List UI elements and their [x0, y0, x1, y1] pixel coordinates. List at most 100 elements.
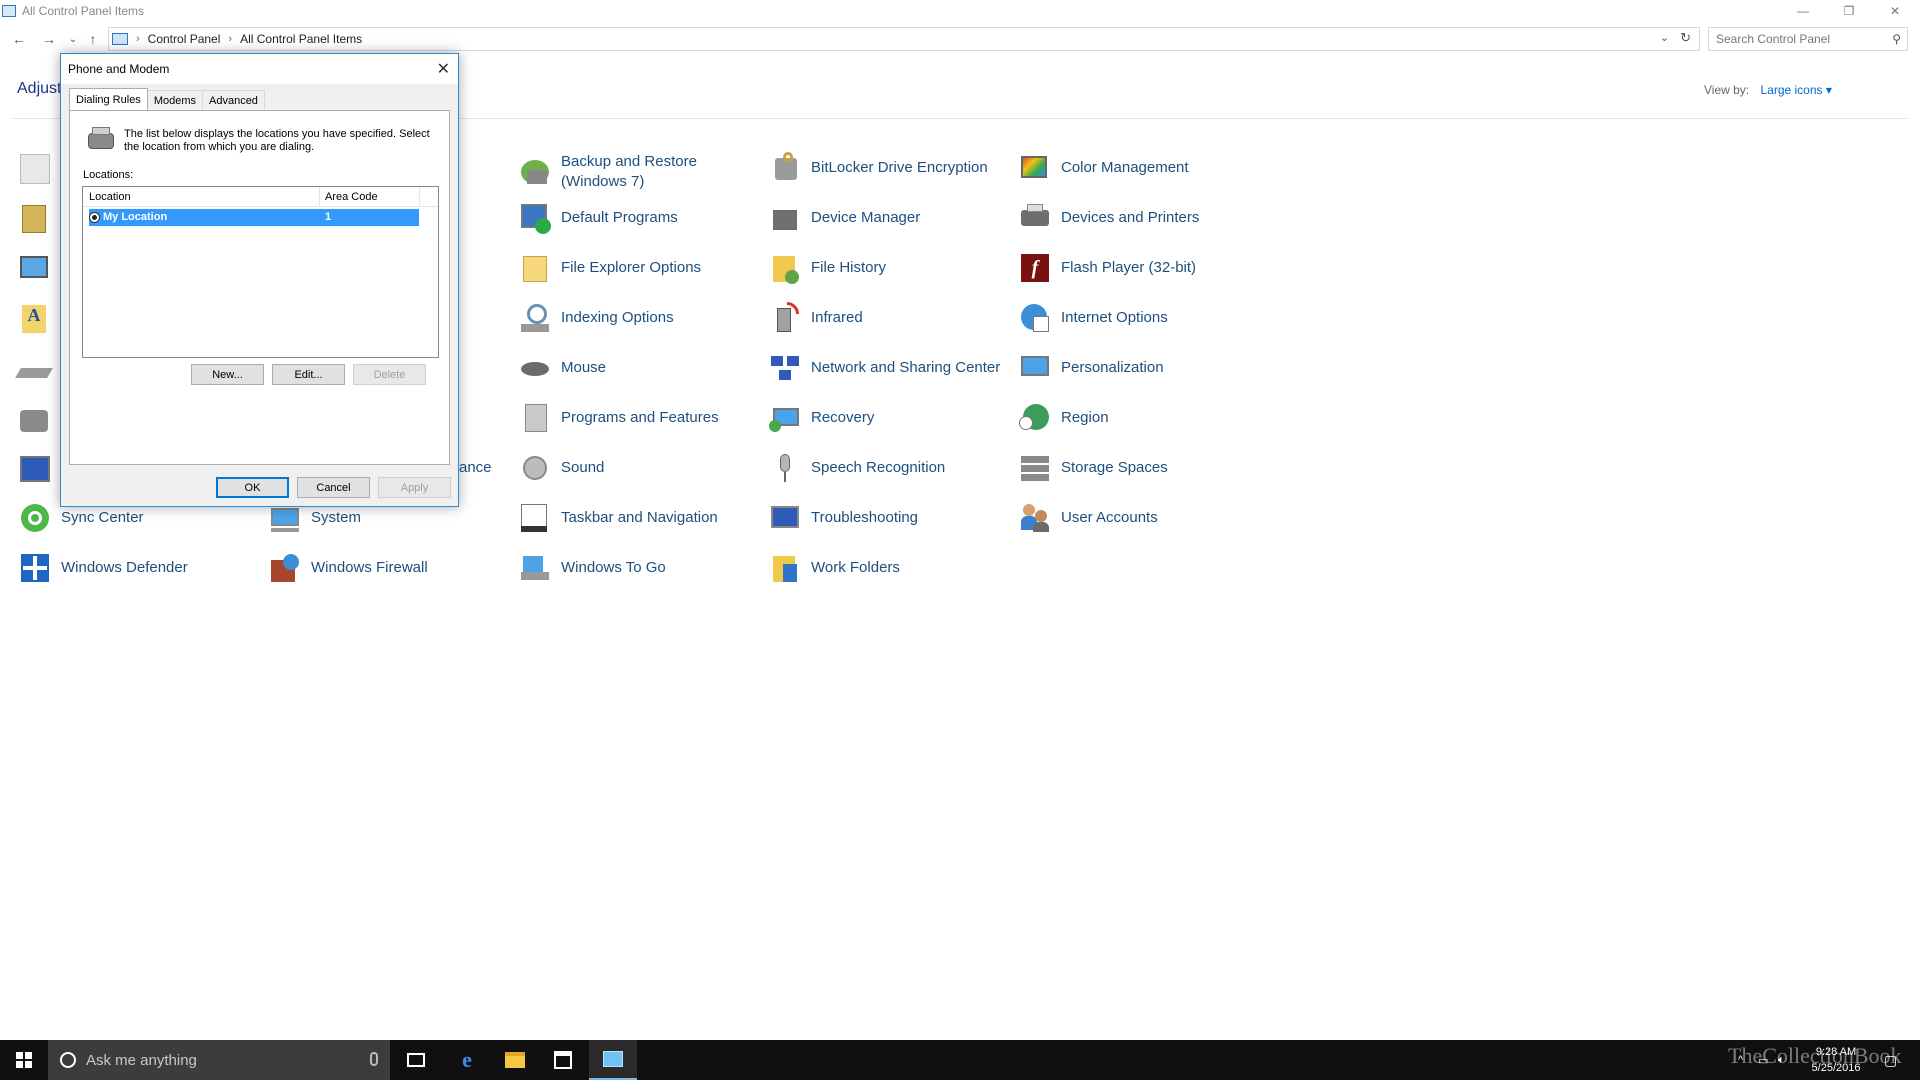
file-explorer-options-icon [519, 252, 551, 284]
partially-hidden-item-icon[interactable] [20, 154, 50, 184]
control-panel-taskbar-icon[interactable] [589, 1040, 637, 1080]
cp-item-windows-defender[interactable]: Windows Defender [19, 548, 251, 588]
up-arrow-icon[interactable]: ↑ [82, 28, 104, 50]
troubleshooting-icon [769, 502, 801, 534]
address-dropdown-chevron-icon[interactable]: ⌄ [1660, 31, 1669, 44]
cp-item-file-explorer-options[interactable]: File Explorer Options [519, 248, 751, 288]
edge-browser-icon[interactable]: e [443, 1040, 491, 1080]
refresh-icon[interactable]: ↻ [1680, 30, 1691, 46]
back-arrow-icon[interactable]: ← [8, 28, 30, 50]
cp-item-backup-restore[interactable]: Backup and Restore (Windows 7) [519, 152, 751, 192]
column-header-location[interactable]: Location [89, 191, 131, 203]
list-item[interactable]: My Location 1 [89, 209, 419, 226]
cp-item-speech-recognition[interactable]: Speech Recognition [769, 448, 1001, 488]
edit-location-button[interactable]: Edit... [272, 364, 345, 385]
microphone-icon[interactable] [370, 1052, 378, 1066]
cp-item-recovery[interactable]: Recovery [769, 398, 1001, 438]
cp-item-work-folders[interactable]: Work Folders [769, 548, 1001, 588]
apply-button[interactable]: Apply [378, 477, 451, 498]
view-by-dropdown[interactable]: Large icons ▾ [1760, 83, 1831, 97]
start-button[interactable] [0, 1040, 48, 1080]
breadcrumb-control-panel[interactable]: Control Panel [148, 32, 221, 46]
navigation-bar: ← → ⌄ ↑ › Control Panel › All Control Pa… [0, 26, 1920, 52]
cp-item-label: Sound [561, 459, 605, 476]
cp-item-programs-features[interactable]: Programs and Features [519, 398, 751, 438]
locations-list[interactable]: Location Area Code My Location 1 [82, 186, 439, 358]
partially-hidden-item-icon[interactable] [20, 456, 50, 482]
cp-item-storage-spaces[interactable]: Storage Spaces [1019, 448, 1251, 488]
cp-item-label: Color Management [1061, 159, 1189, 176]
cp-item-infrared[interactable]: Infrared [769, 298, 1001, 338]
minimize-button[interactable]: — [1780, 0, 1826, 22]
cp-item-default-programs[interactable]: Default Programs [519, 198, 751, 238]
cp-item-user-accounts[interactable]: User Accounts [1019, 498, 1251, 538]
cp-item-file-history[interactable]: File History [769, 248, 1001, 288]
dialog-close-icon[interactable]: ✕ [437, 59, 450, 79]
watermark-text: TheCollectionBook [1728, 1043, 1902, 1068]
cortana-search-box[interactable]: Ask me anything [48, 1040, 390, 1080]
cp-item-label: Taskbar and Navigation [561, 509, 718, 526]
cp-item-devices-printers[interactable]: Devices and Printers [1019, 198, 1251, 238]
cp-item-internet-options[interactable]: Internet Options [1019, 298, 1251, 338]
location-area-code: 1 [325, 211, 332, 223]
file-explorer-icon[interactable] [491, 1040, 539, 1080]
cp-item-label: Recovery [811, 409, 875, 426]
forward-arrow-icon[interactable]: → [38, 28, 60, 50]
column-divider[interactable] [419, 187, 420, 207]
delete-location-button[interactable]: Delete [353, 364, 426, 385]
tab-modems[interactable]: Modems [146, 90, 203, 110]
partially-hidden-item-icon[interactable] [20, 256, 48, 278]
close-window-button[interactable]: ✕ [1872, 0, 1918, 22]
tab-dialing-rules[interactable]: Dialing Rules [69, 88, 148, 110]
cp-item-label: Work Folders [811, 559, 900, 576]
column-divider[interactable] [319, 187, 320, 207]
search-input[interactable]: Search Control Panel ⚲ [1708, 27, 1908, 51]
new-button-label: New... [212, 368, 243, 381]
recent-locations-chevron-icon[interactable]: ⌄ [62, 28, 84, 50]
windows-logo-icon [16, 1052, 32, 1068]
cp-item-color-management[interactable]: Color Management [1019, 148, 1251, 188]
partially-hidden-item-icon[interactable] [15, 368, 53, 378]
restore-button[interactable]: ❐ [1826, 0, 1872, 22]
cp-item-label: Windows Firewall [311, 559, 428, 576]
cp-item-label: Speech Recognition [811, 459, 946, 476]
cp-item-sound[interactable]: Sound [519, 448, 751, 488]
default-programs-icon [519, 202, 551, 234]
store-icon[interactable] [539, 1040, 587, 1080]
new-location-button[interactable]: New... [191, 364, 264, 385]
list-header: Location Area Code [83, 187, 438, 207]
cp-item-windows-to-go[interactable]: Windows To Go [519, 548, 751, 588]
cp-item-indexing-options[interactable]: Indexing Options [519, 298, 751, 338]
breadcrumb-all-items[interactable]: All Control Panel Items [240, 32, 362, 46]
work-folders-icon [769, 552, 801, 584]
address-bar[interactable]: › Control Panel › All Control Panel Item… [108, 27, 1700, 51]
view-by: View by: Large icons ▾ [1704, 83, 1832, 97]
cp-item-label-partial[interactable]: ance [459, 459, 492, 476]
cp-item-network-sharing[interactable]: Network and Sharing Center [769, 348, 1001, 388]
cp-item-mouse[interactable]: Mouse [519, 348, 751, 388]
partially-hidden-item-icon[interactable] [22, 205, 46, 233]
breadcrumb-separator-icon: › [136, 33, 140, 45]
dialing-rules-panel: The list below displays the locations yo… [69, 110, 450, 465]
selected-radio-icon[interactable] [89, 212, 100, 223]
column-header-area-code[interactable]: Area Code [325, 191, 378, 203]
personalization-icon [1019, 352, 1051, 384]
cp-item-flash-player[interactable]: f Flash Player (32-bit) [1019, 248, 1251, 288]
cancel-button[interactable]: Cancel [297, 477, 370, 498]
cp-item-region[interactable]: Region [1019, 398, 1251, 438]
phone-modem-icon[interactable] [20, 410, 48, 432]
cancel-button-label: Cancel [316, 481, 351, 494]
cp-item-label: Backup and Restore (Windows 7) [561, 153, 697, 190]
tab-advanced[interactable]: Advanced [202, 90, 265, 110]
search-icon[interactable]: ⚲ [1892, 32, 1901, 46]
cp-item-taskbar-navigation[interactable]: Taskbar and Navigation [519, 498, 751, 538]
fonts-icon[interactable]: A [22, 305, 46, 333]
cp-item-device-manager[interactable]: Device Manager [769, 198, 1001, 238]
cp-item-bitlocker[interactable]: BitLocker Drive Encryption [769, 148, 1001, 188]
cp-item-troubleshooting[interactable]: Troubleshooting [769, 498, 1001, 538]
task-view-icon[interactable] [392, 1040, 440, 1080]
flash-player-icon: f [1019, 252, 1051, 284]
cp-item-personalization[interactable]: Personalization [1019, 348, 1251, 388]
cp-item-windows-firewall[interactable]: Windows Firewall [269, 548, 501, 588]
ok-button[interactable]: OK [216, 477, 289, 498]
